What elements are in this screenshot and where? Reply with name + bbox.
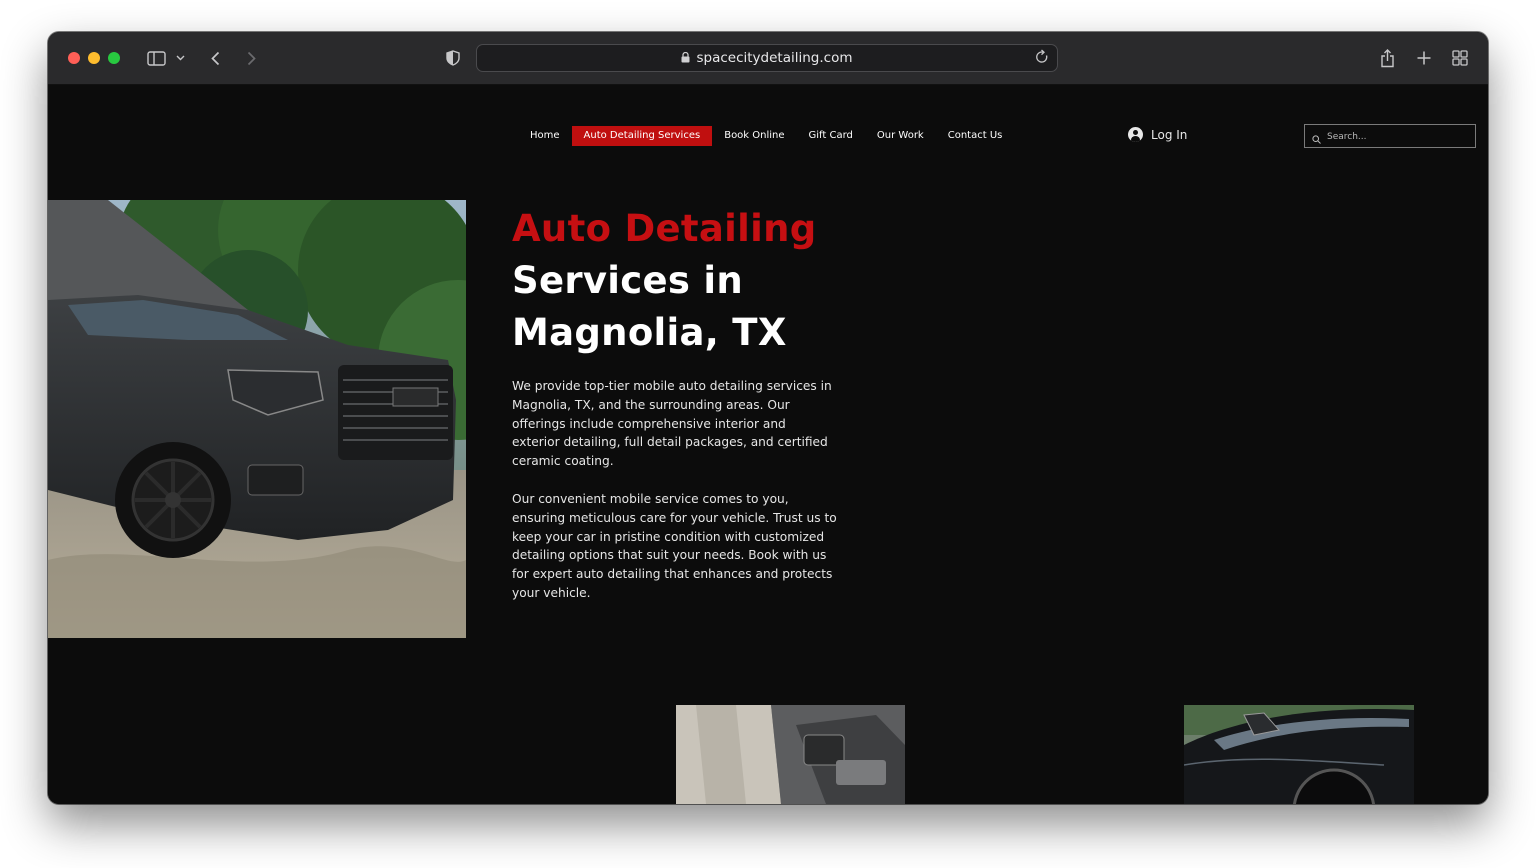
search-icon (1312, 131, 1321, 149)
heading-line-2: Services in (512, 259, 744, 302)
close-window-button[interactable] (68, 52, 80, 64)
page-content: Home Auto Detailing Services Book Online… (48, 85, 1488, 804)
chevron-down-icon[interactable] (174, 48, 186, 68)
forward-icon[interactable] (244, 48, 258, 68)
intro-paragraph: We provide top-tier mobile auto detailin… (512, 379, 832, 469)
url-text: spacecitydetailing.com (696, 50, 853, 66)
sidebar-icon[interactable] (146, 48, 166, 68)
nav-item-gift-card[interactable]: Gift Card (797, 126, 865, 146)
nav-item-home[interactable]: Home (518, 126, 572, 146)
back-icon[interactable] (208, 48, 222, 68)
browser-window: spacecitydetailing.com Home Auto Detaili… (48, 32, 1488, 804)
lock-icon (681, 51, 690, 67)
share-icon[interactable] (1378, 48, 1396, 68)
nav-item-auto-detailing-services[interactable]: Auto Detailing Services (571, 126, 713, 146)
user-icon (1128, 127, 1143, 142)
main-nav: Home Auto Detailing Services Book Online… (518, 126, 1014, 146)
privacy-shield-icon[interactable] (445, 48, 461, 68)
login-label: Log In (1151, 127, 1188, 142)
search-input[interactable] (1325, 127, 1469, 147)
nav-item-contact-us[interactable]: Contact Us (936, 126, 1015, 146)
exterior-thumbnail-image (1184, 705, 1414, 804)
minimize-window-button[interactable] (88, 52, 100, 64)
heading-line-1: Auto Detailing (512, 207, 817, 250)
service-paragraph: Our convenient mobile service comes to y… (512, 492, 837, 600)
address-bar[interactable]: spacecitydetailing.com (476, 44, 1058, 72)
browser-toolbar: spacecitydetailing.com (48, 32, 1488, 85)
zoom-window-button[interactable] (108, 52, 120, 64)
nav-item-book-online[interactable]: Book Online (712, 126, 796, 146)
reload-icon[interactable] (1035, 49, 1049, 70)
hero-suv-image (48, 200, 466, 638)
interior-thumbnail-image (676, 705, 905, 804)
hero-heading: Auto Detailing Services in Magnolia, TX (512, 203, 992, 359)
login-button[interactable]: Log In (1128, 127, 1187, 142)
tab-overview-icon[interactable] (1451, 48, 1469, 68)
nav-item-our-work[interactable]: Our Work (865, 126, 936, 146)
search-box[interactable] (1304, 124, 1476, 148)
new-tab-icon[interactable] (1415, 48, 1433, 68)
heading-line-3: Magnolia, TX (512, 311, 787, 354)
